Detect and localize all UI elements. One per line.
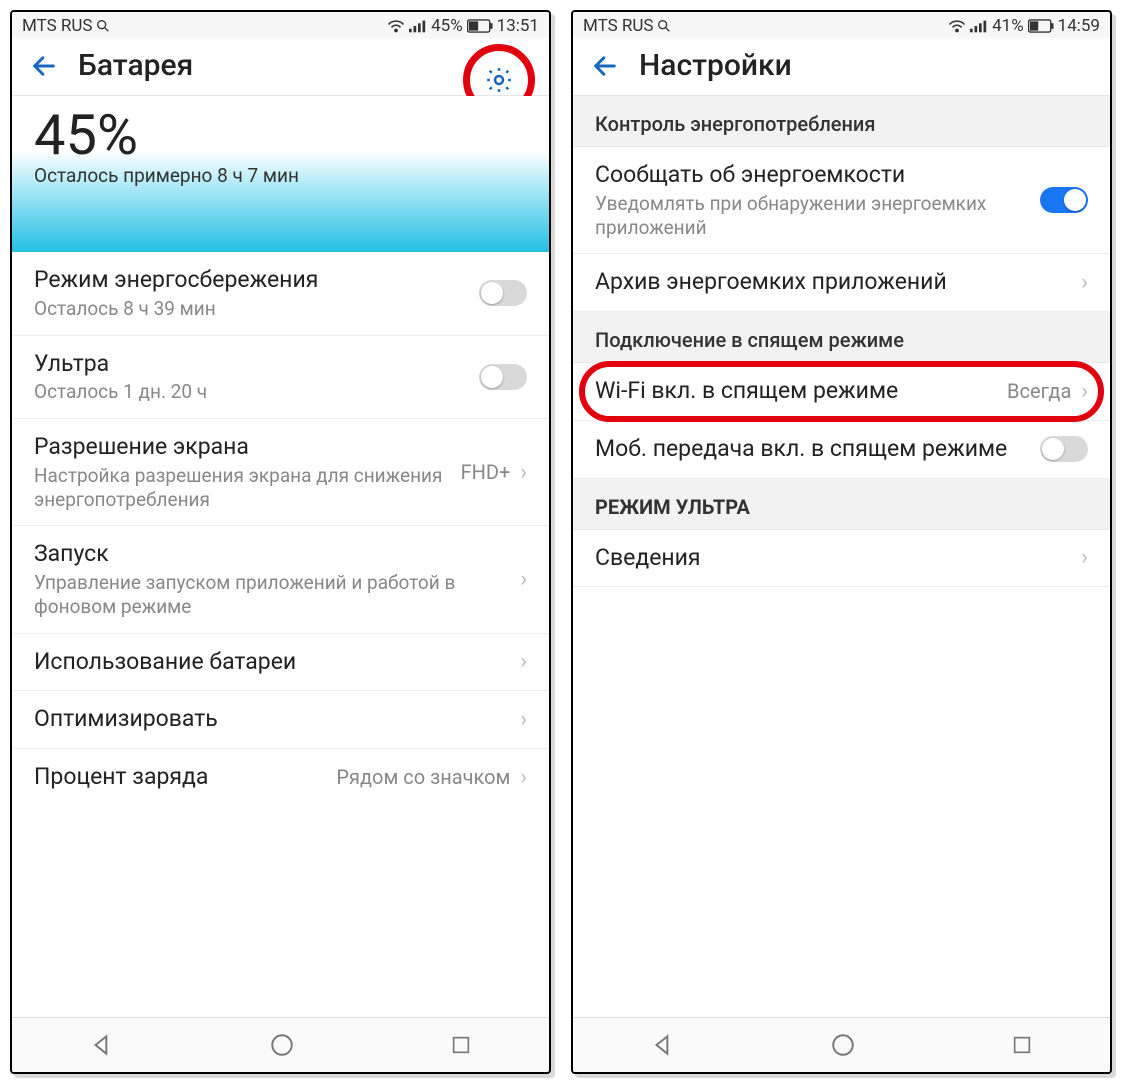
row-power-saving[interactable]: Режим энергосбережения Осталось 8 ч 39 м… xyxy=(12,252,549,336)
battery-icon xyxy=(1028,19,1054,33)
row-title: Использование батареи xyxy=(34,648,510,677)
app-header: Батарея xyxy=(12,38,549,96)
search-icon xyxy=(656,18,672,34)
signal-icon xyxy=(409,19,427,33)
battery-percent-big: 45% xyxy=(34,102,527,168)
chevron-right-icon: › xyxy=(520,765,527,790)
clock-label: 14:59 xyxy=(1058,16,1100,36)
section-sleep-conn: Подключение в спящем режиме xyxy=(573,312,1110,363)
row-value: Всегда xyxy=(1007,379,1071,403)
row-title: Wi-Fi вкл. в спящем режиме xyxy=(595,377,997,406)
nav-bar xyxy=(573,1017,1110,1072)
back-icon[interactable] xyxy=(591,52,619,80)
status-bar: MTS RUS 41% 14:59 xyxy=(573,12,1110,38)
row-launch[interactable]: Запуск Управление запуском приложений и … xyxy=(12,526,549,633)
status-bar: MTS RUS 45% 13:51 xyxy=(12,12,549,38)
carrier-label: MTS RUS xyxy=(22,16,93,36)
battery-remaining: Осталось примерно 8 ч 7 мин xyxy=(34,164,527,187)
row-ultra[interactable]: Ультра Осталось 1 дн. 20 ч xyxy=(12,336,549,420)
row-usage[interactable]: Использование батареи › xyxy=(12,634,549,692)
toggle-power-saving[interactable] xyxy=(479,280,527,306)
chevron-right-icon: › xyxy=(1081,270,1088,295)
row-sub: Уведомлять при обнаружении энергоемких п… xyxy=(595,192,1030,240)
chevron-right-icon: › xyxy=(1081,379,1088,404)
row-resolution[interactable]: Разрешение экрана Настройка разрешения э… xyxy=(12,419,549,526)
nav-back-icon[interactable] xyxy=(650,1032,676,1058)
toggle-ultra[interactable] xyxy=(479,364,527,390)
chevron-right-icon: › xyxy=(520,567,527,592)
row-title: Моб. передача вкл. в спящем режиме xyxy=(595,435,1030,464)
row-value: Рядом со значком xyxy=(336,765,510,789)
row-title: Оптимизировать xyxy=(34,705,510,734)
back-icon[interactable] xyxy=(30,52,58,80)
row-title: Разрешение экрана xyxy=(34,433,451,462)
battery-percent-label: 41% xyxy=(992,16,1024,36)
page-title: Настройки xyxy=(639,48,792,83)
carrier-label: MTS RUS xyxy=(583,16,654,36)
nav-recent-icon[interactable] xyxy=(450,1034,472,1056)
content-area: Контроль энергопотребления Сообщать об э… xyxy=(573,96,1110,1017)
phone-left: MTS RUS 45% 13:51 Батарея 45% Осталось п… xyxy=(10,10,551,1074)
section-ultra: РЕЖИМ УЛЬТРА xyxy=(573,479,1110,530)
battery-percent-label: 45% xyxy=(431,16,463,36)
signal-icon xyxy=(970,19,988,33)
wifi-icon xyxy=(387,19,405,33)
nav-recent-icon[interactable] xyxy=(1011,1034,1033,1056)
chevron-right-icon: › xyxy=(520,460,527,485)
row-title: Режим энергосбережения xyxy=(34,266,469,295)
chevron-right-icon: › xyxy=(520,707,527,732)
nav-back-icon[interactable] xyxy=(89,1032,115,1058)
row-wifi-sleep[interactable]: Wi-Fi вкл. в спящем режиме Всегда › xyxy=(573,363,1110,421)
row-sub: Управление запуском приложений и работой… xyxy=(34,571,510,619)
content-area: 45% Осталось примерно 8 ч 7 мин Режим эн… xyxy=(12,96,549,1017)
row-title: Ультра xyxy=(34,350,469,379)
row-sub: Осталось 1 дн. 20 ч xyxy=(34,380,469,404)
row-value: FHD+ xyxy=(461,460,511,484)
row-title: Запуск xyxy=(34,540,510,569)
row-sub: Настройка разрешения экрана для снижения… xyxy=(34,464,451,512)
nav-bar xyxy=(12,1017,549,1072)
app-header: Настройки xyxy=(573,38,1110,96)
row-mobile-sleep[interactable]: Моб. передача вкл. в спящем режиме xyxy=(573,421,1110,479)
row-info[interactable]: Сведения › xyxy=(573,530,1110,588)
phone-right: MTS RUS 41% 14:59 Настройки Контроль эне… xyxy=(571,10,1112,1074)
row-title: Сведения xyxy=(595,544,1071,573)
row-title: Сообщать об энергоемкости xyxy=(595,161,1030,190)
row-title: Процент заряда xyxy=(34,763,326,792)
row-archive[interactable]: Архив энергоемких приложений › xyxy=(573,254,1110,312)
page-title: Батарея xyxy=(78,48,193,83)
row-title: Архив энергоемких приложений xyxy=(595,268,1071,297)
wifi-icon xyxy=(948,19,966,33)
search-icon xyxy=(95,18,111,34)
battery-icon xyxy=(467,19,493,33)
chevron-right-icon: › xyxy=(1081,545,1088,570)
row-sub: Осталось 8 ч 39 мин xyxy=(34,297,469,321)
battery-hero: 45% Осталось примерно 8 ч 7 мин xyxy=(12,96,549,252)
toggle-mobile-sleep[interactable] xyxy=(1040,436,1088,462)
row-notify-high-drain[interactable]: Сообщать об энергоемкости Уведомлять при… xyxy=(573,147,1110,254)
section-power-control: Контроль энергопотребления xyxy=(573,96,1110,147)
nav-home-icon[interactable] xyxy=(269,1032,295,1058)
gear-icon[interactable] xyxy=(484,65,514,95)
row-optimize[interactable]: Оптимизировать › xyxy=(12,691,549,749)
clock-label: 13:51 xyxy=(497,16,539,36)
toggle-notify[interactable] xyxy=(1040,187,1088,213)
row-percent[interactable]: Процент заряда Рядом со значком › xyxy=(12,749,549,806)
chevron-right-icon: › xyxy=(520,649,527,674)
nav-home-icon[interactable] xyxy=(830,1032,856,1058)
